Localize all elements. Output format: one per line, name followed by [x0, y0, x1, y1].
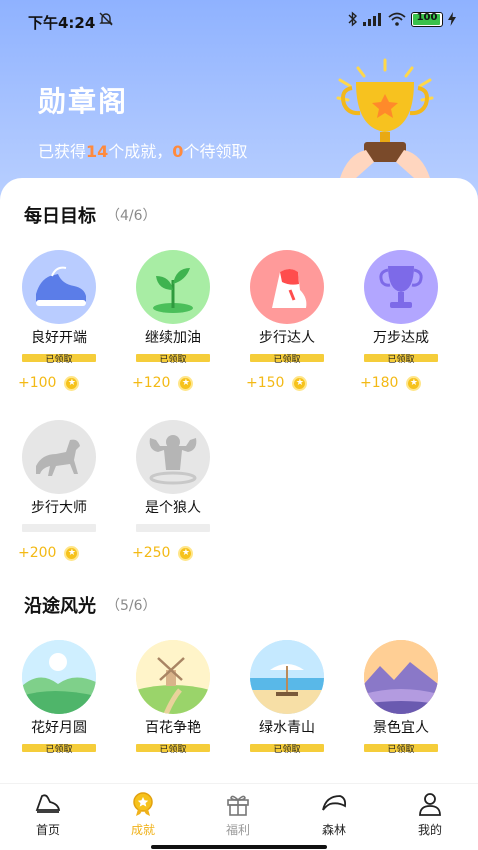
badge-item[interactable]: 万步达成 已领取 +180 ★ [352, 250, 452, 400]
wifi-icon [388, 12, 406, 26]
medal-icon [133, 792, 153, 816]
coin-icon: ★ [64, 545, 80, 561]
page-title: 勋章阁 [38, 85, 129, 118]
battery-icon: 100 [411, 11, 443, 27]
signal-icon [363, 13, 381, 26]
achievement-summary: 已获得14个成就，0个待领取 [38, 142, 248, 161]
trophy-illustration-icon [336, 58, 434, 178]
gift-icon [227, 795, 249, 816]
horse-icon [22, 420, 96, 494]
sneaker-icon [35, 794, 61, 813]
reward: +150 ★ [246, 375, 308, 391]
earned-count: 14 [86, 142, 109, 161]
badge-name: 良好开端 [31, 330, 87, 346]
pending-count: 0 [172, 142, 184, 161]
tab-achievements[interactable]: 成就 [103, 790, 183, 846]
status-bar: 下午4:24 100 [0, 0, 478, 42]
claimed-bar: 已领取 [364, 744, 438, 755]
scenery-title: 沿途风光 [24, 596, 96, 617]
reward: +120 ★ [132, 375, 194, 391]
hills-icon [22, 640, 96, 714]
claimed-bar: 已领取 [136, 744, 210, 755]
badge-name: 景色宜人 [373, 720, 429, 736]
coin-icon: ★ [292, 375, 308, 391]
tab-forest[interactable]: 森林 [294, 790, 374, 846]
sprout-icon [136, 250, 210, 324]
badge-item[interactable]: 百花争艳 已领取 [124, 640, 224, 783]
scenery-count: （5/6） [106, 598, 157, 614]
claimed-bar: 已领取 [364, 354, 438, 365]
battery-level: 100 [416, 11, 438, 23]
claimed-bar: 已领取 [136, 354, 210, 365]
badge-name: 万步达成 [373, 330, 429, 346]
badge-item[interactable]: 继续加油 已领取 +120 ★ [124, 250, 224, 400]
beach-icon [250, 640, 324, 714]
windmill-icon [136, 640, 210, 714]
sneaker-icon [250, 250, 324, 324]
unclaimed-bar [136, 524, 210, 532]
badge-name: 步行大师 [31, 500, 87, 516]
status-icons: 100 [348, 11, 456, 27]
reward: +250 ★ [132, 545, 194, 561]
badge-name: 百花争艳 [145, 720, 201, 736]
header-banner: 下午4:24 100 勋章阁 已获得14个成就，0个待领取 [0, 0, 478, 200]
tab-welfare[interactable]: 福利 [198, 790, 278, 846]
status-time: 下午4:24 [28, 14, 96, 32]
tab-home[interactable]: 首页 [8, 790, 88, 846]
badge-item[interactable]: 良好开端 已领取 +100 ★ [10, 250, 110, 400]
coin-icon: ★ [406, 375, 422, 391]
badge-name: 继续加油 [145, 330, 201, 346]
badge-item[interactable]: 步行达人 已领取 +150 ★ [238, 250, 338, 400]
reward: +200 ★ [18, 545, 80, 561]
badge-name: 绿水青山 [259, 720, 315, 736]
badge-item[interactable]: 绿水青山 已领取 [238, 640, 338, 783]
user-icon [419, 793, 441, 816]
claimed-bar: 已领取 [250, 354, 324, 365]
home-indicator [151, 845, 327, 849]
badge-name: 是个狼人 [145, 500, 201, 516]
tab-label: 成就 [130, 823, 155, 837]
daily-goals-title: 每日目标 [24, 206, 96, 227]
badge-item[interactable]: 是个狼人 +250 ★ [124, 420, 224, 570]
badge-item[interactable]: 景色宜人 已领取 [352, 640, 452, 783]
tab-label: 森林 [321, 823, 346, 837]
claimed-bar: 已领取 [22, 354, 96, 365]
bluetooth-icon [348, 11, 358, 27]
tab-profile[interactable]: 我的 [390, 790, 470, 846]
tab-label: 我的 [417, 823, 442, 837]
coin-icon: ★ [64, 375, 80, 391]
reward: +100 ★ [18, 375, 80, 391]
badge-name: 花好月圆 [31, 720, 87, 736]
claimed-bar: 已领取 [22, 744, 96, 755]
coin-icon: ★ [178, 545, 194, 561]
reward: +180 ★ [360, 375, 422, 391]
tab-label: 首页 [35, 823, 60, 837]
claimed-bar: 已领取 [250, 744, 324, 755]
bottom-tab-bar: 首页 成就 福利 森林 我的 [0, 783, 478, 850]
daily-goals-count: （4/6） [106, 208, 157, 224]
badge-name: 步行达人 [259, 330, 315, 346]
strongman-icon [136, 420, 210, 494]
leaf-icon [322, 795, 347, 811]
charging-icon [448, 12, 456, 26]
unclaimed-bar [22, 524, 96, 532]
shoe-icon [22, 250, 96, 324]
tab-label: 福利 [225, 823, 250, 837]
badges-card: 每日目标 （4/6） 良好开端 已领取 +100 ★ 继续加油 已领取 +120… [0, 178, 478, 783]
badge-item[interactable]: 步行大师 +200 ★ [10, 420, 110, 570]
coin-icon: ★ [178, 375, 194, 391]
trophy-icon [364, 250, 438, 324]
muted-bell-icon [99, 12, 113, 26]
badge-item[interactable]: 花好月圆 已领取 [10, 640, 110, 783]
mountain-sunset-icon [364, 640, 438, 714]
